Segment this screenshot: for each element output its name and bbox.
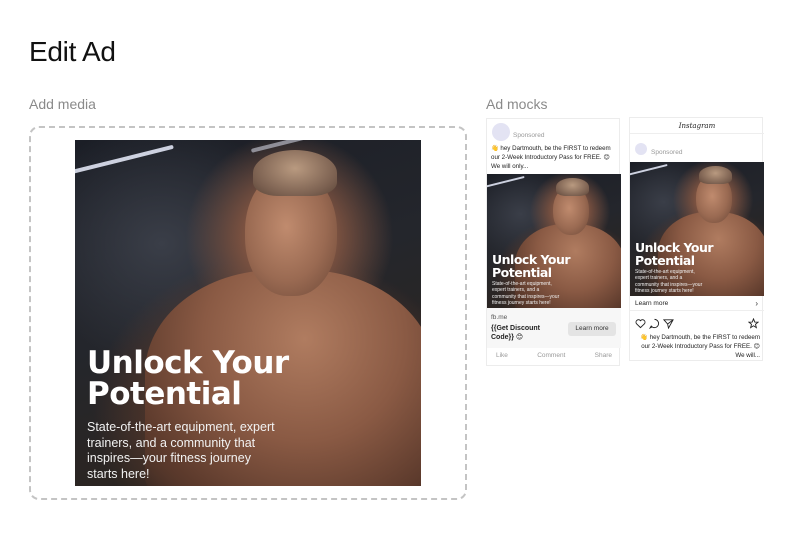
like-button[interactable]: Like bbox=[496, 352, 508, 359]
share-button[interactable]: Share bbox=[595, 352, 612, 359]
ad-mocks-label: Ad mocks bbox=[486, 96, 548, 112]
athlete-hair bbox=[699, 166, 732, 184]
link-title: {{Get Discount Code}} 😊 bbox=[491, 325, 541, 342]
sponsored-label: Sponsored bbox=[651, 149, 683, 156]
ad-caption: 👋 hey Dartmouth, be the FIRST to redeem … bbox=[640, 334, 760, 359]
creative-subtext: State-of-the-art equipment, expert train… bbox=[87, 420, 275, 481]
athlete-hair bbox=[253, 150, 337, 196]
creative-headline: Unlock Your Potential bbox=[635, 240, 714, 268]
ceiling-light bbox=[630, 163, 668, 177]
page-title: Edit Ad bbox=[29, 36, 116, 67]
facebook-ad-mock[interactable]: Sponsored 👋 hey Dartmouth, be the FIRST … bbox=[486, 118, 621, 366]
ceiling-light bbox=[487, 175, 525, 189]
share-icon[interactable] bbox=[663, 318, 674, 329]
sponsored-label: Sponsored bbox=[513, 132, 545, 139]
chevron-right-icon: › bbox=[755, 299, 758, 308]
comment-button[interactable]: Comment bbox=[537, 352, 565, 359]
athlete-hair bbox=[556, 178, 589, 196]
ceiling-light bbox=[75, 144, 174, 176]
add-media-label: Add media bbox=[29, 96, 96, 112]
instagram-header: Instagram bbox=[630, 118, 764, 134]
comment-icon[interactable] bbox=[649, 318, 660, 329]
creative-headline: Unlock Your Potential bbox=[87, 345, 289, 412]
learn-more-button[interactable]: Learn more bbox=[568, 322, 616, 336]
learn-more-label: Learn more bbox=[635, 300, 669, 307]
creative-subtext: State-of-the-art equipment, expert train… bbox=[635, 269, 703, 294]
link-domain: fb.me bbox=[491, 314, 508, 321]
bookmark-icon[interactable] bbox=[748, 318, 759, 329]
ad-body-text: 👋 hey Dartmouth, be the FIRST to redeem … bbox=[491, 145, 611, 170]
reaction-bar: Like Comment Share bbox=[487, 352, 621, 359]
instagram-action-bar bbox=[635, 318, 759, 330]
avatar bbox=[635, 143, 647, 155]
heart-icon[interactable] bbox=[635, 318, 646, 329]
instagram-ad-mock[interactable]: Instagram Sponsored Unlock Your Potentia… bbox=[629, 117, 764, 361]
ad-creative-image: Unlock Your Potential State-of-the-art e… bbox=[487, 174, 621, 308]
avatar bbox=[492, 123, 510, 141]
ad-creative-image[interactable]: Unlock Your Potential State-of-the-art e… bbox=[75, 140, 421, 486]
ad-creative-image: Unlock Your Potential State-of-the-art e… bbox=[630, 162, 764, 296]
learn-more-row[interactable]: Learn more › bbox=[630, 297, 764, 311]
creative-headline: Unlock Your Potential bbox=[492, 252, 571, 280]
creative-subtext: State-of-the-art equipment, expert train… bbox=[492, 281, 560, 306]
